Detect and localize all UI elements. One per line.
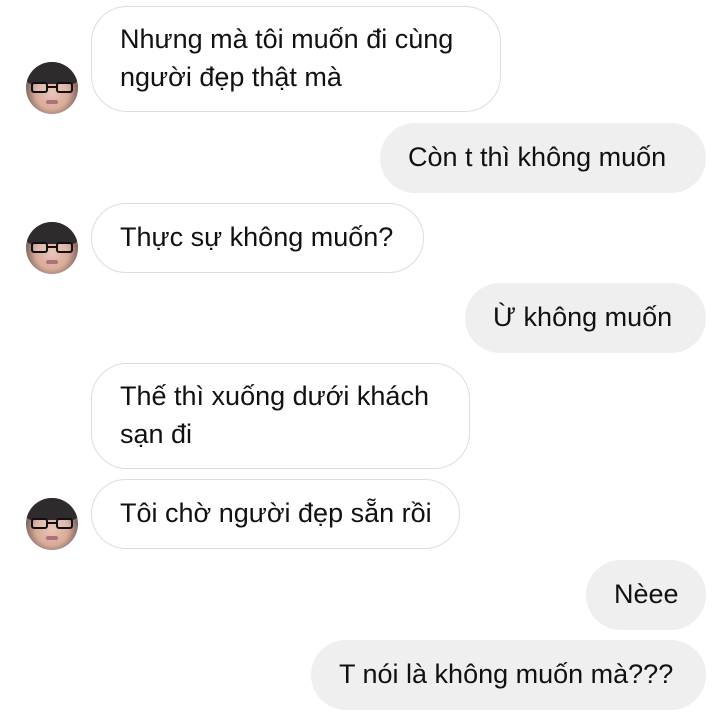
avatar-hair <box>26 498 78 520</box>
message-text-line: Còn t thì không muốn <box>408 142 667 172</box>
avatar-hair <box>26 62 78 84</box>
avatar-mouth <box>46 260 58 264</box>
incoming-message-bubble[interactable]: Thực sự không muốn? <box>91 203 424 273</box>
incoming-message-bubble[interactable]: Nhưng mà tôi muốn đi cùng người đẹp thật… <box>91 6 501 112</box>
glasses-icon <box>31 82 73 94</box>
message-text-line: Tôi chờ người đẹp sẵn rồi <box>120 498 432 528</box>
sender-avatar[interactable] <box>26 498 78 550</box>
message-text-line: sạn đi <box>120 419 193 449</box>
outgoing-message-bubble[interactable]: T nói là không muốn mà??? <box>311 640 706 710</box>
message-text-line: Nèee <box>614 579 679 609</box>
avatar-mouth <box>46 536 58 540</box>
outgoing-message-bubble[interactable]: Nèee <box>586 560 706 630</box>
avatar-hair <box>26 222 78 244</box>
glasses-icon <box>31 518 73 530</box>
avatar-mouth <box>46 100 58 104</box>
message-text-line: Thế thì xuống dưới khách <box>120 381 429 411</box>
message-text-line: Thực sự không muốn? <box>120 222 394 252</box>
outgoing-message-bubble[interactable]: Còn t thì không muốn <box>380 123 706 193</box>
message-text-line: T nói là không muốn mà??? <box>339 659 674 689</box>
message-text-line: Nhưng mà tôi muốn đi cùng <box>120 24 454 54</box>
outgoing-message-bubble[interactable]: Ừ không muốn <box>465 283 706 353</box>
sender-avatar[interactable] <box>26 62 78 114</box>
incoming-message-bubble[interactable]: Thế thì xuống dưới khách sạn đi <box>91 363 470 469</box>
message-text-line: Ừ không muốn <box>493 302 673 332</box>
message-text-line: người đẹp thật mà <box>120 62 342 92</box>
sender-avatar[interactable] <box>26 222 78 274</box>
incoming-message-bubble[interactable]: Tôi chờ người đẹp sẵn rồi <box>91 479 460 549</box>
glasses-icon <box>31 242 73 254</box>
